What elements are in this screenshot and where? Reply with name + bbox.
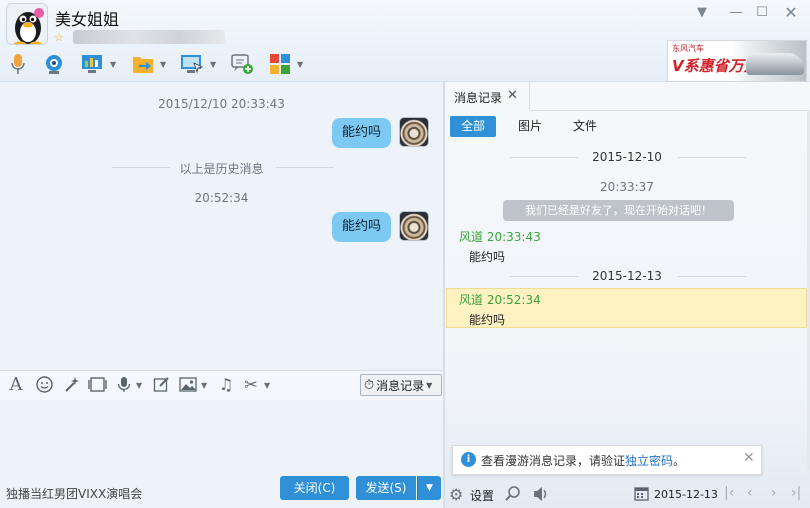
close-tab-icon[interactable]: ✕ [507,88,518,103]
clock-icon: ⏱ [364,377,375,393]
edit-note-icon[interactable] [151,374,171,394]
scissors-dropdown-icon[interactable]: ▼ [264,381,270,390]
music-icon[interactable]: ♫ [216,374,236,394]
message-bubble[interactable]: 能约吗 [332,118,392,148]
close-notice-icon[interactable]: ✕ [743,450,755,466]
penguin-icon [7,4,47,44]
history-divider-line [276,167,334,168]
date-separator-line [678,276,746,277]
current-date[interactable]: 2015-12-13 [654,488,718,501]
video-call-icon[interactable] [42,52,66,76]
send-file-icon[interactable] [131,52,155,76]
magic-wand-icon[interactable] [61,374,81,394]
filter-images-tab[interactable]: 图片 [507,116,553,137]
filter-files-tab[interactable]: 文件 [562,116,608,137]
font-icon[interactable]: A [6,374,26,395]
search-icon[interactable] [504,485,522,506]
send-button[interactable]: 发送(S) [356,476,416,500]
calendar-icon[interactable] [634,486,649,504]
settings-label[interactable]: 设置 [470,487,494,504]
my-avatar[interactable] [399,117,429,147]
contact-name[interactable]: 美女姐姐 [55,6,119,30]
independent-password-link[interactable]: 独立密码 [625,454,673,468]
apps-dropdown-icon[interactable]: ▼ [297,60,303,69]
history-divider-text: 以上是历史消息 [179,162,264,176]
history-message[interactable]: 能约吗 [469,311,505,328]
history-button[interactable]: ⏱ 消息记录 ▼ [360,374,442,396]
history-sender: 风道 20:52:34 [459,293,541,307]
ad-banner[interactable]: 东风汽车 V系惠省万元 [667,40,807,82]
share-screen-dropdown-icon[interactable]: ▼ [110,60,116,69]
star-icon[interactable]: ☆ [54,31,64,44]
notice-message: 查看漫游消息记录，请验证 [481,454,626,468]
remote-desktop-dropdown-icon[interactable]: ▼ [210,60,216,69]
notice-end: 。 [673,454,686,468]
send-file-dropdown-icon[interactable]: ▼ [160,60,166,69]
last-page-icon[interactable]: ›| [791,485,801,501]
screenshot-frame-icon[interactable] [87,374,107,394]
close-window-icon[interactable]: ✕ [781,3,801,23]
voice-message-icon[interactable] [114,374,134,394]
history-time: 20:33:37 [600,180,654,194]
chevron-down-icon: ▼ [426,380,433,390]
scissors-icon[interactable]: ✂ [241,374,261,394]
emoji-icon[interactable] [34,374,54,394]
first-page-icon[interactable]: |‹ [724,485,734,501]
close-button[interactable]: 关闭(C) [280,476,349,500]
send-options-dropdown-icon[interactable]: ▼ [417,476,441,500]
date-separator-line [678,157,746,158]
previous-page-icon[interactable]: ‹ [747,485,753,501]
message-timestamp: 20:52:34 [194,191,249,205]
speaker-icon[interactable] [532,485,550,506]
notice-text: 查看漫游消息记录，请验证独立密码。 [481,452,685,469]
image-icon[interactable] [178,374,198,394]
message-timestamp: 2015/12/10 20:33:43 [158,97,285,111]
share-screen-icon[interactable] [80,52,104,76]
blurred-signature [73,30,225,44]
gear-icon[interactable]: ⚙ [449,485,463,504]
ad-brand: 东风汽车 [672,44,704,53]
car-image [746,53,804,75]
maximize-icon[interactable]: ☐ [752,3,772,23]
tab-underline [530,110,810,111]
minimize-icon[interactable]: — [726,3,746,23]
voice-message-dropdown-icon[interactable]: ▼ [136,381,142,390]
apps-icon[interactable] [268,52,292,76]
info-icon: i [461,452,476,467]
tab-label: 消息记录 [454,91,503,105]
my-avatar[interactable] [399,211,429,241]
history-sender: 风道 20:33:43 [459,230,541,244]
contact-avatar[interactable] [6,3,48,45]
history-button-label: 消息记录 [376,378,425,393]
add-contact-icon[interactable] [230,52,254,76]
date-separator: 2015-12-13 [592,269,662,283]
system-message: 我们已经是好友了，现在开始对话吧！ [503,200,734,221]
history-message[interactable]: 能约吗 [469,248,505,265]
message-input[interactable] [0,400,443,478]
dropdown-menu-icon[interactable]: ▼ [692,3,712,23]
next-page-icon[interactable]: › [771,485,777,501]
ad-marquee-link[interactable]: 独播当红男团VIXX演唱会 [6,485,142,502]
message-bubble[interactable]: 能约吗 [332,212,392,242]
voice-call-icon[interactable] [6,52,30,76]
remote-desktop-icon[interactable] [180,52,204,76]
image-dropdown-icon[interactable]: ▼ [201,381,207,390]
date-separator: 2015-12-10 [592,150,662,164]
filter-all-tab[interactable]: 全部 [450,116,497,137]
